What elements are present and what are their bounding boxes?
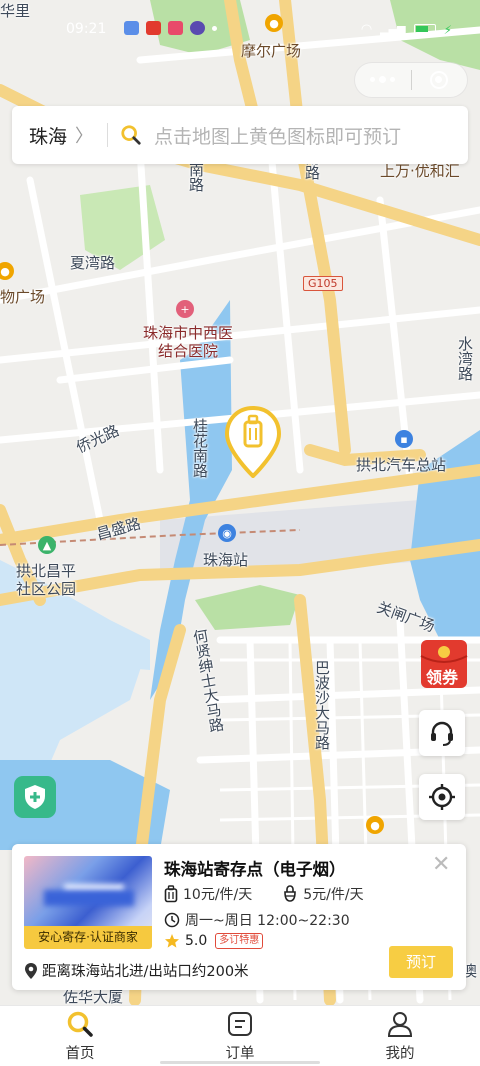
status-bar: 09:21 ◠ ▂▄▆ ⚡ — [0, 0, 480, 37]
insurance-button[interactable] — [14, 776, 56, 818]
order-icon — [228, 1012, 252, 1036]
map-label-bobosha-road: 巴波沙大马路 — [313, 660, 331, 750]
location-pin-icon — [25, 962, 37, 979]
tab-bar: 首页 订单 我的 — [0, 1005, 480, 1066]
city-selector[interactable]: 珠海 — [29, 122, 67, 149]
price-luggage: 10元/件/天 — [183, 887, 253, 903]
tab-profile-label: 我的 — [385, 1046, 415, 1062]
tab-orders[interactable]: 订单 — [200, 1010, 280, 1063]
status-time: 09:21 — [66, 21, 107, 37]
more-menu-button[interactable] — [355, 62, 411, 98]
price-row: 10元/件/天 5元/件/天 — [164, 884, 364, 904]
storage-location-marker[interactable] — [224, 406, 282, 478]
store-name: 珠海站寄存点（电子烟） — [164, 860, 346, 879]
search-icon — [67, 1011, 93, 1037]
home-indicator — [160, 1061, 320, 1064]
notification-app-icon — [124, 21, 139, 35]
customer-service-button[interactable] — [419, 710, 465, 756]
shield-plus-icon — [25, 785, 45, 809]
crosshair-icon — [429, 784, 455, 810]
map-label-guihua-road: 桂花南路 — [191, 418, 209, 478]
close-miniprogram-button[interactable] — [411, 62, 467, 98]
map-label-nan-road: 南路 — [187, 162, 205, 192]
coupon-label: 领券 — [426, 668, 459, 687]
promo-badge: 多订特惠 — [215, 933, 264, 949]
signal-icon: ▂▄▆ — [380, 23, 406, 36]
shop-icon-3: ● — [366, 816, 384, 834]
distance-text: 距离珠海站北进/出站口约200米 — [42, 964, 249, 980]
tab-orders-label: 订单 — [225, 1046, 255, 1062]
hours-row: 周一~周日 12:00~22:30 — [164, 910, 350, 930]
bag-icon — [284, 885, 297, 902]
opening-hours: 周一~周日 12:00~22:30 — [185, 913, 350, 929]
notification-app-icon — [146, 21, 161, 35]
search-input[interactable]: 点击地图上黄色图标即可预订 — [154, 122, 401, 149]
map-label-zhuhai-station: 珠海站 — [203, 551, 249, 569]
map-label-shuiwan-road: 水湾路 — [456, 336, 474, 381]
rating-row: 5.0 多订特惠 — [164, 933, 264, 949]
book-button[interactable]: 预订 — [389, 946, 453, 978]
search-bar: 珠海 〉 点击地图上黄色图标即可预订 — [12, 106, 468, 164]
search-divider — [107, 123, 109, 147]
tab-profile[interactable]: 我的 — [360, 1010, 440, 1063]
locate-me-button[interactable] — [419, 774, 465, 820]
map-label-hospital: 珠海市中西医结合医院 — [142, 324, 233, 360]
train-icon: ◉ — [218, 524, 236, 542]
distance-row: 距离珠海站北进/出站口约200米 — [24, 960, 249, 981]
map-label-xiawan-road: 夏湾路 — [70, 254, 116, 272]
suitcase-icon — [164, 885, 178, 903]
more-dot-icon — [212, 26, 217, 31]
close-ring-icon — [430, 71, 449, 89]
map-label-wu-plaza: 物广场 — [0, 288, 46, 306]
coupon-button[interactable]: 领券 — [419, 638, 471, 690]
close-card-button[interactable]: ✕ — [432, 852, 450, 877]
user-icon — [387, 1012, 413, 1037]
hospital-icon: + — [176, 300, 194, 318]
battery-icon — [413, 24, 436, 35]
park-icon: ▲ — [38, 536, 56, 554]
clock-icon — [164, 912, 180, 928]
map-label-gongbei-park: 拱北昌平社区公园 — [16, 562, 77, 598]
more-dots-icon — [370, 76, 396, 83]
certified-badge: 安心寄存·认证商家 — [24, 926, 152, 949]
tab-home[interactable]: 首页 — [40, 1010, 120, 1063]
star-icon — [165, 934, 179, 948]
price-bag: 5元/件/天 — [303, 887, 364, 903]
notification-app-icon — [168, 21, 183, 35]
bus-icon: ▪ — [395, 430, 413, 448]
miniprogram-capsule — [354, 62, 468, 98]
search-icon — [121, 125, 141, 145]
rating-score: 5.0 — [185, 933, 208, 949]
wifi-icon: ◠ — [360, 22, 373, 37]
charging-icon: ⚡ — [443, 22, 452, 37]
status-notification-icons — [124, 21, 217, 35]
map-label-moer-plaza: 摩尔广场 — [241, 42, 302, 60]
headset-icon — [431, 721, 453, 746]
tab-home-label: 首页 — [65, 1046, 95, 1062]
chevron-right-icon[interactable]: 〉 — [75, 122, 93, 148]
road-sign-g105: G105 — [303, 276, 343, 291]
status-system-icons: ◠ ▂▄▆ ⚡ — [361, 22, 452, 37]
store-card[interactable]: 安心寄存·认证商家 珠海站寄存点（电子烟） ✕ 10元/件/天 5元/件/天 周… — [12, 844, 466, 990]
notification-app-icon — [190, 21, 205, 35]
map-label-gongbei-bus: 拱北汽车总站 — [356, 456, 447, 474]
